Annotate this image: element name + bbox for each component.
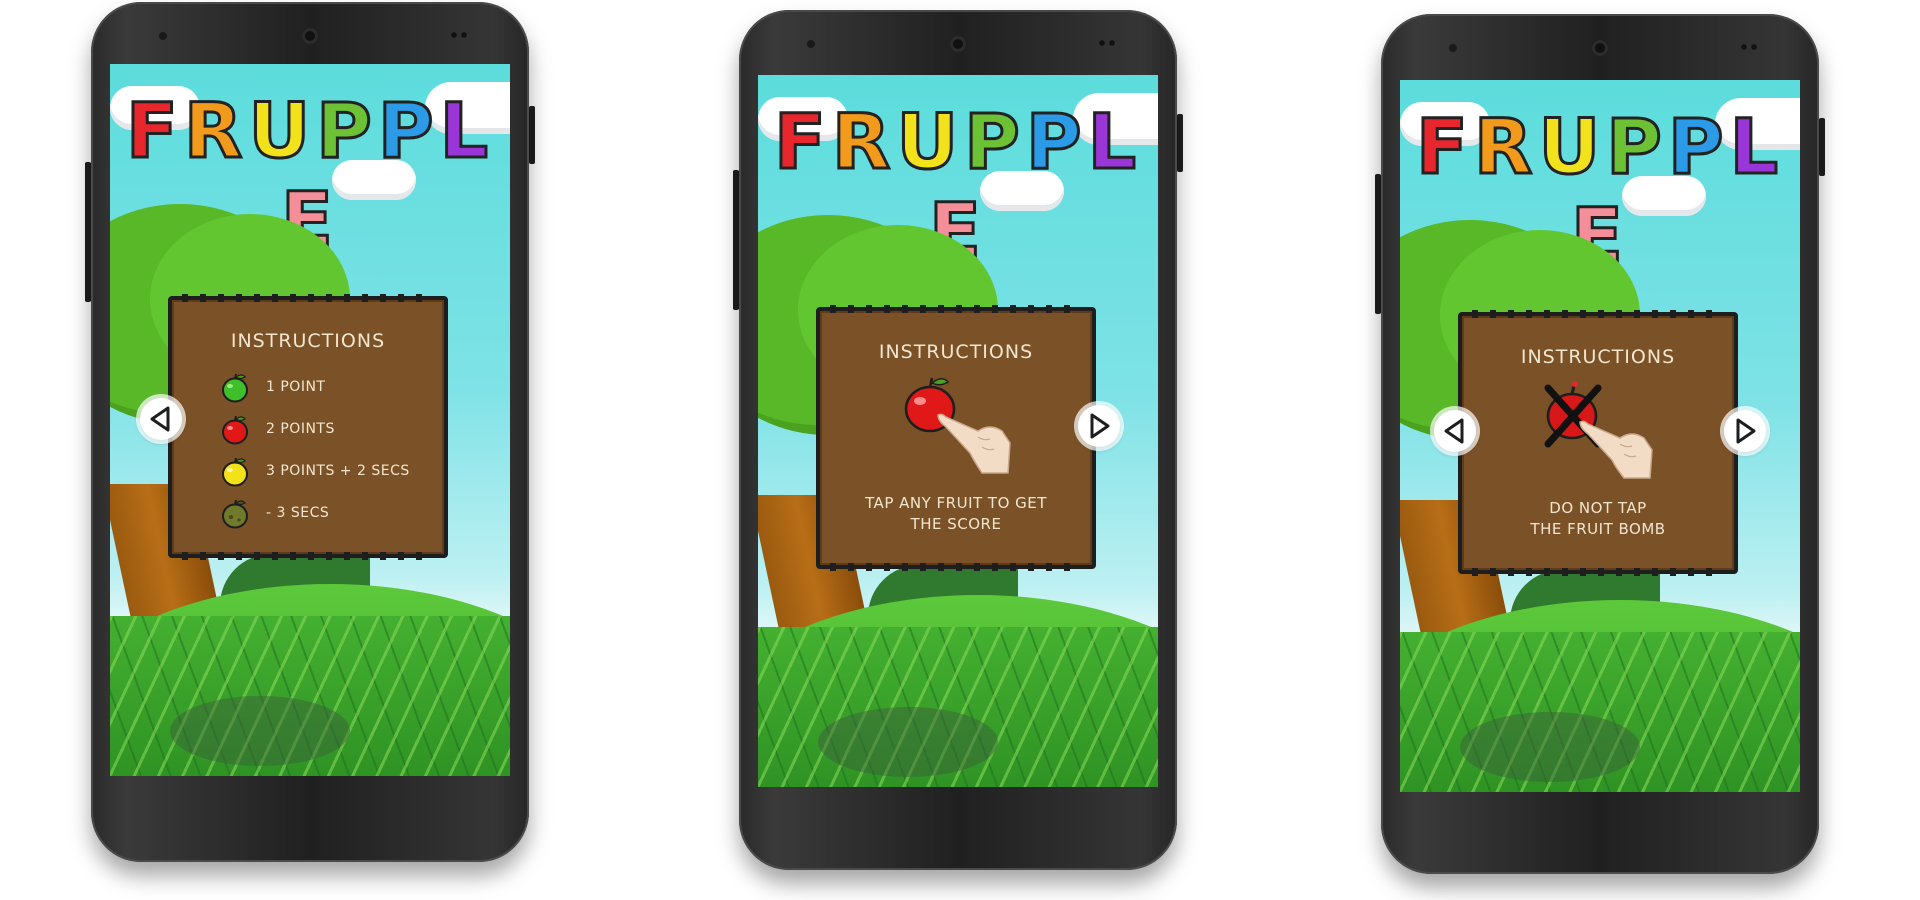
legend-label: 2 POINTS (266, 421, 335, 437)
volume-button (733, 170, 739, 310)
volume-button (1375, 174, 1381, 314)
board-title: INSTRUCTIONS (878, 341, 1034, 363)
title-letter: L (1086, 96, 1142, 188)
phone-3: FRUPPLE INSTRUCTIONS DO NOT TAP THE FRUI… (1375, 14, 1825, 874)
title-letter: F (124, 85, 184, 177)
caption-line: THE SCORE (910, 515, 1002, 533)
title-letter: R (1472, 101, 1539, 193)
title-letter: P (376, 85, 440, 177)
legend-label: 1 POINT (266, 379, 326, 395)
title-letter: U (247, 85, 317, 177)
board-title: INSTRUCTIONS (1520, 346, 1676, 368)
caption-line: DO NOT TAP (1549, 499, 1647, 517)
points-legend: 1 POINT 2 POINTS 3 POINTS + 2 SECS - 3 S… (220, 366, 410, 534)
legend-label: 3 POINTS + 2 SECS (266, 463, 410, 479)
phone-1: FRUPPLE INSTRUCTIONS 1 POINT 2 POINTS 3 … (85, 2, 535, 862)
power-button (529, 106, 535, 164)
game-screen-2: FRUPPLE INSTRUCTIONS TAP ANY FRUIT TO GE… (758, 75, 1158, 787)
game-screen-1: FRUPPLE INSTRUCTIONS 1 POINT 2 POINTS 3 … (110, 64, 510, 776)
power-button (1819, 118, 1825, 176)
legend-item: 3 POINTS + 2 SECS (220, 450, 410, 492)
earpiece (302, 28, 318, 44)
next-arrow-button[interactable] (1078, 405, 1120, 447)
title-letter: L (438, 85, 494, 177)
arrow-left-icon (150, 406, 170, 432)
title-letter: R (182, 85, 249, 177)
ground-shadow (818, 707, 998, 777)
title-letter: U (895, 96, 965, 188)
legend-item: 2 POINTS (220, 408, 410, 450)
instructions-board: INSTRUCTIONS DO NOT TAP THE FRUIT BOMB (1458, 310, 1738, 576)
prev-arrow-button[interactable] (140, 398, 182, 440)
title-letter: P (315, 85, 378, 177)
prev-arrow-button[interactable] (1434, 410, 1476, 452)
volume-button (85, 162, 91, 302)
red-apple-icon (222, 415, 248, 445)
title-letter: L (1728, 101, 1784, 193)
title-letter: P (1605, 101, 1668, 193)
yellow-apple-icon (222, 457, 248, 487)
power-button (1177, 114, 1183, 172)
caption-line: TAP ANY FRUIT TO GET (865, 494, 1047, 512)
sensor-dots (449, 32, 469, 38)
earpiece (1592, 40, 1608, 56)
game-screen-3: FRUPPLE INSTRUCTIONS DO NOT TAP THE FRUI… (1400, 80, 1800, 792)
crossed-bomb-icon (1544, 381, 1653, 479)
earpiece (950, 36, 966, 52)
board-caption: TAP ANY FRUIT TO GET THE SCORE (820, 493, 1092, 535)
title-letter: F (772, 96, 832, 188)
green-apple-icon (222, 373, 248, 403)
board-caption: DO NOT TAP THE FRUIT BOMB (1462, 498, 1734, 540)
instructions-board: INSTRUCTIONS 1 POINT 2 POINTS 3 POINTS +… (168, 294, 448, 560)
board-title: INSTRUCTIONS (230, 330, 386, 352)
title-letter: F (1414, 101, 1474, 193)
title-letter: R (830, 96, 897, 188)
front-sensor (1449, 44, 1457, 52)
title-letter: P (963, 96, 1026, 188)
next-arrow-button[interactable] (1724, 410, 1766, 452)
rotten-apple-icon (222, 499, 248, 529)
front-sensor (159, 32, 167, 40)
title-letter: U (1537, 101, 1607, 193)
instructions-board: INSTRUCTIONS TAP ANY FRUIT TO GET THE SC… (816, 305, 1096, 571)
title-letter: P (1024, 96, 1088, 188)
front-sensor (807, 40, 815, 48)
arrow-left-icon (1444, 418, 1464, 444)
arrow-right-icon (1736, 418, 1756, 444)
sensor-dots (1097, 40, 1117, 46)
caption-line: THE FRUIT BOMB (1530, 520, 1666, 538)
sensor-dots (1739, 44, 1759, 50)
ground-shadow (170, 696, 350, 766)
phone-2: FRUPPLE INSTRUCTIONS TAP ANY FRUIT TO GE… (733, 10, 1183, 870)
legend-item: - 3 SECS (220, 492, 410, 534)
legend-item: 1 POINT (220, 366, 410, 408)
title-letter: P (1666, 101, 1730, 193)
arrow-right-icon (1090, 413, 1110, 439)
tap-apple-icon (904, 377, 1011, 474)
ground-shadow (1460, 712, 1640, 782)
legend-label: - 3 SECS (266, 505, 330, 521)
